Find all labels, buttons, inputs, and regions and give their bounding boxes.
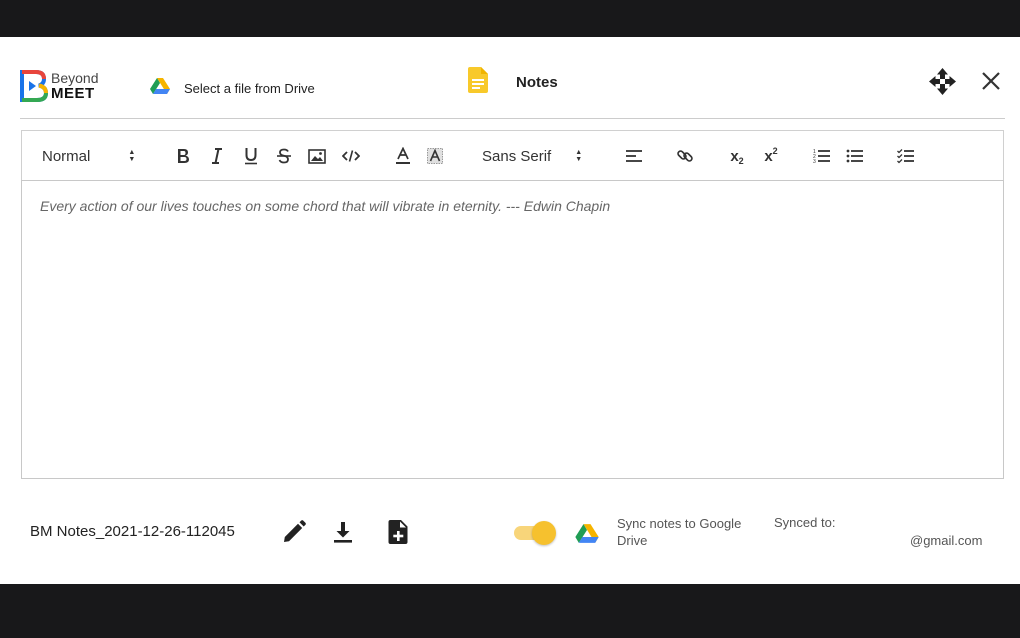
underline-button[interactable] (240, 143, 262, 169)
synced-to-label: Synced to: (774, 515, 836, 530)
select-drive-file-button[interactable]: Select a file from Drive (150, 77, 315, 99)
svg-text:3: 3 (813, 159, 816, 164)
notes-title: Notes (468, 66, 558, 98)
background-color-button[interactable] (424, 143, 446, 169)
italic-button[interactable] (206, 143, 228, 169)
font-select-value: Sans Serif (482, 147, 552, 165)
heading-select-value: Normal (42, 147, 91, 165)
notes-doc-icon (468, 66, 488, 98)
new-note-icon[interactable] (386, 519, 412, 545)
link-button[interactable] (674, 143, 696, 169)
beyondmeet-logo-icon (20, 70, 49, 102)
sync-toggle-knob (532, 521, 556, 545)
code-block-button[interactable] (339, 143, 363, 169)
strikethrough-button[interactable] (273, 143, 295, 169)
page-title: Notes (516, 73, 558, 91)
select-arrows-icon: ▲ ▼ (128, 149, 136, 163)
note-filename: BM Notes_2021-12-26-112045 (30, 523, 235, 540)
bold-button[interactable] (172, 143, 194, 169)
heading-select[interactable]: Normal ▲ ▼ (42, 143, 146, 169)
subscript-label: x (730, 147, 739, 165)
editor-toolbar: Normal ▲ ▼ Sans Serif ▲ ▼ x 2 x 2 1 2 3 (21, 130, 1004, 180)
select-drive-file-label: Select a file from Drive (184, 80, 315, 96)
google-drive-icon (150, 77, 170, 100)
move-icon[interactable] (929, 68, 956, 95)
superscript-button[interactable]: x2 (758, 143, 784, 169)
download-icon[interactable] (330, 519, 356, 545)
select-arrows-icon: ▲ ▼ (575, 149, 583, 163)
synced-account-email: @gmail.com (910, 533, 983, 548)
insert-image-button[interactable] (306, 143, 328, 169)
notes-panel: Beyond MEET Select a file from Drive Not… (0, 37, 1020, 584)
align-button[interactable] (623, 143, 645, 169)
superscript-mark: 2 (772, 146, 778, 156)
ordered-list-button[interactable]: 123 (811, 143, 833, 169)
edit-filename-icon[interactable] (281, 519, 307, 545)
close-icon[interactable] (980, 70, 1002, 92)
editor-placeholder: Every action of our lives touches on som… (40, 198, 611, 214)
bullet-list-button[interactable] (844, 143, 866, 169)
notes-editor[interactable]: Every action of our lives touches on som… (21, 180, 1004, 479)
google-drive-icon (575, 523, 599, 549)
font-select[interactable]: Sans Serif ▲ ▼ (482, 143, 602, 169)
sync-drive-label: Sync notes to Google Drive (617, 516, 742, 548)
header-divider (20, 118, 1005, 119)
superscript-label: x (764, 147, 773, 165)
text-color-button[interactable] (392, 143, 414, 169)
beyondmeet-logo: Beyond MEET (20, 69, 110, 103)
logo-text-meet: MEET (51, 85, 95, 102)
subscript-mark: 2 (738, 156, 744, 166)
checklist-button[interactable] (895, 143, 917, 169)
bottom-backdrop (0, 584, 1020, 638)
sync-toggle[interactable] (512, 521, 556, 545)
logo-text-beyond: Beyond (51, 70, 99, 86)
subscript-button[interactable]: x2 (724, 143, 750, 169)
